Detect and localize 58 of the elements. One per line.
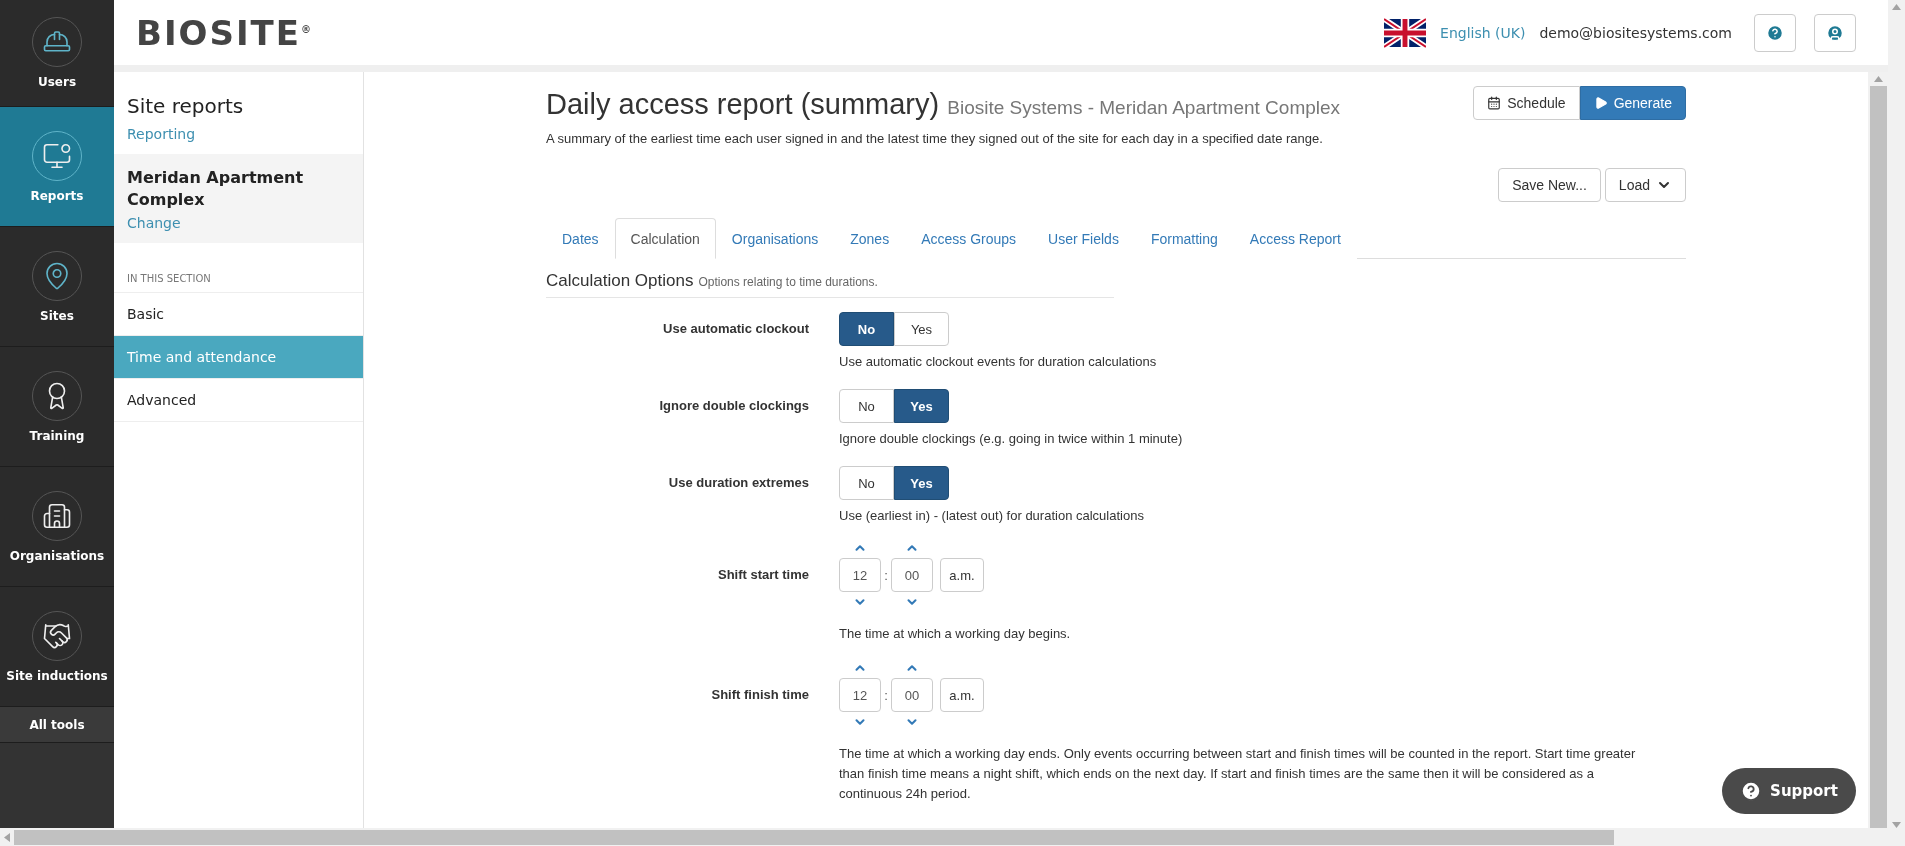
report-title: Daily access report (summary) Biosite Systems - Meridan Apartment Complex [546,88,1342,121]
help-text: The time at which a working day begins. [839,625,1071,643]
play-icon [1593,96,1608,110]
load-button[interactable]: Load [1604,168,1686,202]
toggle-option[interactable]: Yes [894,312,949,346]
schedule-button[interactable]: Schedule [1473,86,1580,120]
minute-field[interactable]: 00 [891,558,933,592]
flag-icon [1384,17,1427,48]
sidebar-title: Site reports [127,94,245,118]
nav-item[interactable]: Training [0,347,114,467]
toggle-option[interactable]: Yes [894,389,949,423]
account-button[interactable] [1814,13,1856,52]
generate-button[interactable]: Generate [1579,86,1686,120]
period-button[interactable]: a.m. [940,678,984,712]
toggle-option[interactable]: Yes [894,466,949,500]
user-email: demo@biositesystems.com [1539,24,1732,41]
user-icon [1826,23,1844,42]
nav-item[interactable]: Organisations [0,467,114,587]
nav-item[interactable]: Reports [0,107,114,227]
hour-field[interactable]: 12 [839,558,881,592]
field-label: Ignore double clockings [658,397,809,413]
minute-field[interactable]: 00 [891,678,933,712]
time-separator: : [884,567,888,583]
help-text: The time at which a working day ends. Only events occurring between start and finish times will be counted in the report. Start time greater than finish time means a night shift, which ends on the next day. If start and finish times are the same then it will be considered as a continuous 24h period. [839,745,1637,803]
site-name: Meridan Apartment Complex [127,167,305,211]
toggle-option[interactable]: No [839,389,894,423]
section-title: Calculation Options [546,271,694,291]
hard-hat-icon [32,17,82,67]
time-separator: : [884,687,888,703]
support-button[interactable]: Support [1722,768,1856,814]
toggle-option[interactable]: No [839,312,894,346]
language-link[interactable]: English (UK) [1440,24,1526,41]
period-button[interactable]: a.m. [940,558,984,592]
field-label: Shift start time [717,566,809,582]
help-icon [1766,23,1784,42]
help-button[interactable] [1754,13,1796,52]
vertical-scrollbar[interactable] [1868,72,1888,828]
logo: BIOSITE$^{®}$ [136,12,314,53]
save-button[interactable]: Save New... [1498,168,1601,202]
all-tools-link[interactable]: All tools [0,707,114,743]
hour-field[interactable]: 12 [839,678,881,712]
nav-item[interactable]: Sites [0,227,114,347]
field-label: Use automatic clockout [662,320,809,336]
tab[interactable]: Calculation [614,218,716,259]
toggle-option[interactable]: No [839,466,894,500]
nav-item[interactable]: Site inductions [0,587,114,707]
help-text: Use automatic clockout events for duration calculations [839,353,1157,371]
help-text: Ignore double clockings (e.g. going in twice within 1 minute) [839,430,1183,448]
section-hint: Options relating to time durations. [698,275,878,289]
report-description: A summary of the earliest time each user signed in and the latest time they signed out of the site for each day in a specified date range. [546,131,1324,146]
horizontal-scrollbar[interactable] [0,828,1905,846]
help-text: Use (earliest in) - (latest out) for duration calculations [839,507,1144,525]
reporting-link[interactable]: Reporting [127,126,350,142]
calendar-icon [1487,96,1502,110]
nav-item[interactable]: Users [0,0,114,107]
field-label: Shift finish time [710,686,809,702]
field-label: Use duration extremes [667,474,809,490]
help-icon [1740,780,1763,802]
